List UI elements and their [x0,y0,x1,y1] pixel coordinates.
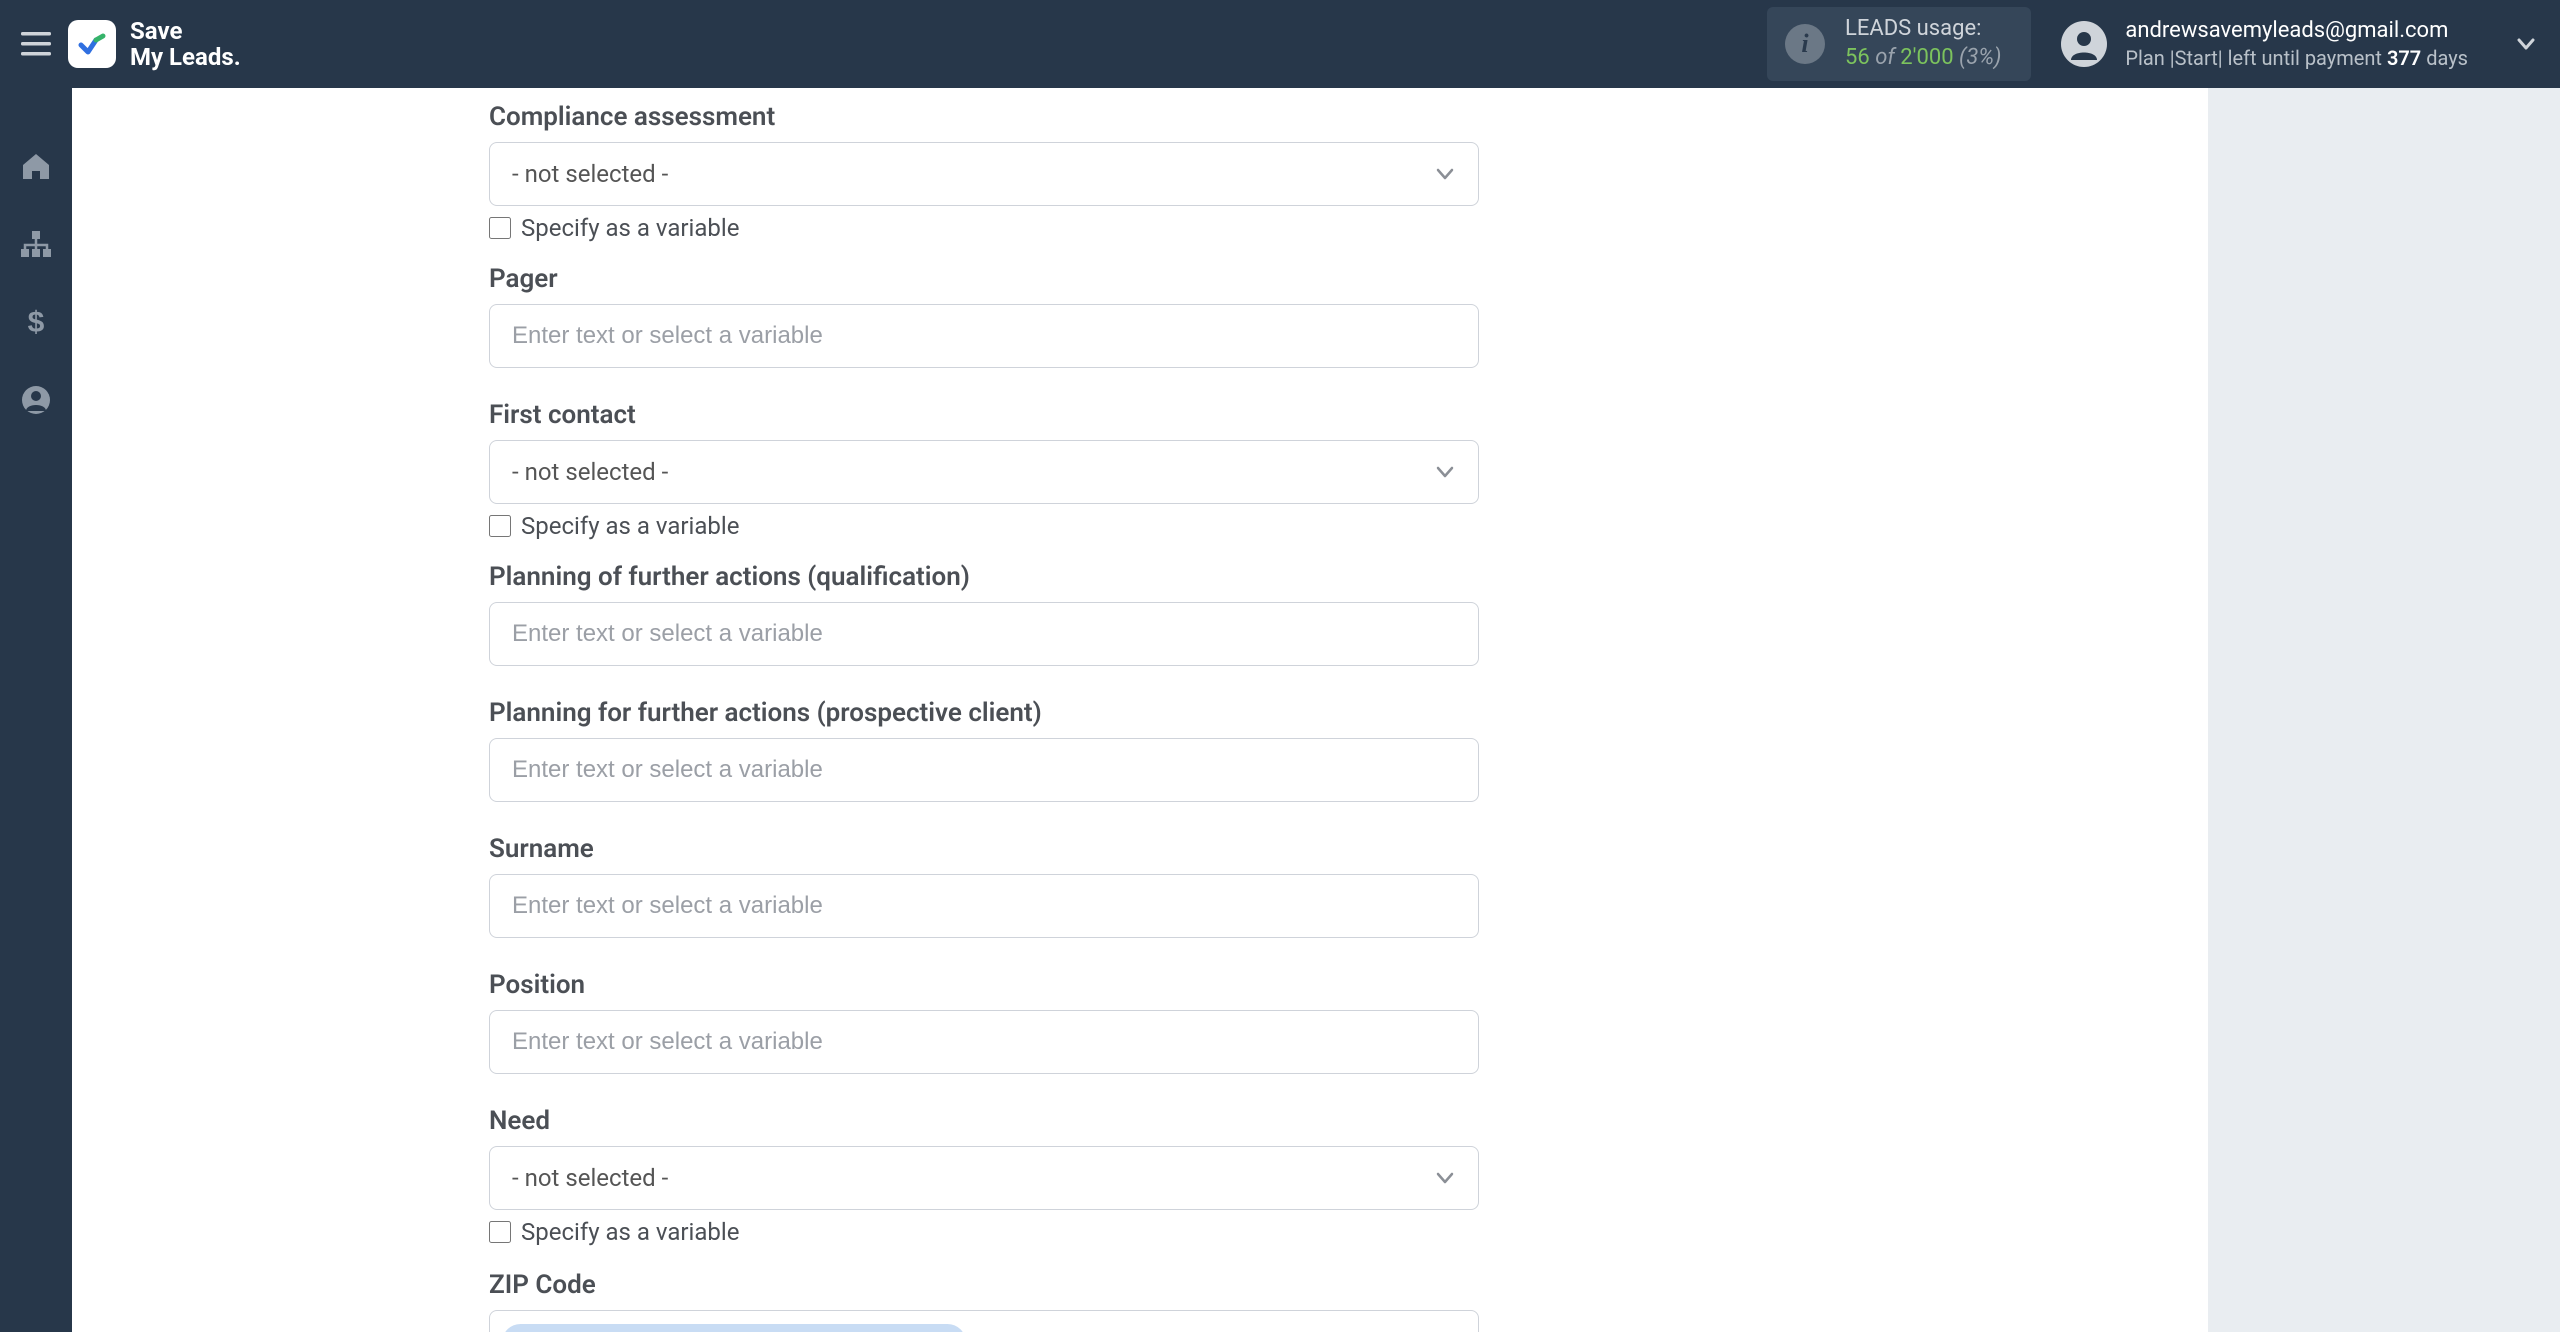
field-compliance: Compliance assessment - not selected - S… [489,102,1479,242]
user-circle-icon [21,385,51,415]
input-zip[interactable]: Google Lead Form | Postal Code: "94043" … [489,1310,1479,1332]
nav-billing[interactable]: $ [16,302,56,342]
field-planning-qual: Planning of further actions (qualificati… [489,562,1479,666]
input-position[interactable] [489,1010,1479,1074]
field-planning-prospect: Planning for further actions (prospectiv… [489,698,1479,802]
usage-text: LEADS usage: 56 of 2'000 (3%) [1845,15,2001,72]
svg-text:$: $ [28,306,45,339]
usage-current: 56 [1845,45,1870,70]
menu-icon [21,32,51,56]
info-icon: i [1785,24,1825,64]
account-menu[interactable]: andrewsavemyleads@gmail.com Plan |Start|… [2061,16,2538,73]
label-zip: ZIP Code [489,1270,1479,1300]
plan-days: 377 [2387,46,2421,70]
select-first-contact-value: - not selected - [512,458,668,486]
select-first-contact[interactable]: - not selected - [489,440,1479,504]
check-icon [75,27,109,61]
input-pager[interactable] [489,304,1479,368]
top-bar: Save My Leads. i LEADS usage: 56 of 2'00… [0,0,2560,88]
logo-mark [68,20,116,68]
select-need-value: - not selected - [512,1164,668,1192]
menu-button[interactable] [18,26,54,62]
brand-name: Save My Leads. [130,18,241,71]
chevron-down-icon [1434,163,1456,185]
select-need[interactable]: - not selected - [489,1146,1479,1210]
input-planning-prospect-field[interactable] [512,739,1456,801]
nav-account[interactable] [16,380,56,420]
chevron-down-icon [2514,32,2538,56]
usage-stats: 56 of 2'000 (3%) [1845,44,2001,73]
home-icon [20,151,52,181]
account-caret[interactable] [2514,32,2538,56]
input-pager-field[interactable] [512,305,1456,367]
usage-of: of [1875,45,1895,70]
field-surname: Surname [489,834,1479,938]
input-surname-field[interactable] [512,875,1456,937]
field-position: Position [489,970,1479,1074]
plan-suffix: days [2421,46,2468,70]
field-first-contact: First contact - not selected - Specify a… [489,400,1479,540]
input-surname[interactable] [489,874,1479,938]
checkbox-need-var[interactable]: Specify as a variable [489,1218,1479,1246]
usage-pct: (3%) [1959,45,2001,70]
field-pager: Pager [489,264,1479,368]
checkbox-label: Specify as a variable [521,512,739,540]
input-planning-qual-field[interactable] [512,603,1456,665]
input-position-field[interactable] [512,1011,1456,1073]
input-planning-prospect[interactable] [489,738,1479,802]
account-plan: Plan |Start| left until payment 377 days [2125,45,2468,72]
label-surname: Surname [489,834,1479,864]
plan-mid: | left until payment [2218,46,2387,70]
user-icon [2068,28,2100,60]
brand-logo[interactable]: Save My Leads. [68,18,241,71]
usage-total: 2'000 [1900,45,1953,70]
checkbox-label: Specify as a variable [521,214,739,242]
chevron-down-icon [1434,1167,1456,1189]
plan-prefix: Plan | [2125,46,2174,70]
brand-line1: Save [130,18,241,44]
checkbox-input[interactable] [489,1221,511,1243]
sitemap-icon [19,229,53,259]
label-compliance: Compliance assessment [489,102,1479,132]
label-first-contact: First contact [489,400,1479,430]
checkbox-input[interactable] [489,217,511,239]
page: Compliance assessment - not selected - S… [72,88,2560,1332]
label-position: Position [489,970,1479,1000]
checkbox-compliance-var[interactable]: Specify as a variable [489,214,1479,242]
label-need: Need [489,1106,1479,1136]
account-email: andrewsavemyleads@gmail.com [2125,16,2468,46]
zip-chip[interactable]: Google Lead Form | Postal Code: "94043" … [502,1324,966,1332]
chevron-down-icon [1434,461,1456,483]
brand-line2: My Leads. [130,44,241,70]
nav-home[interactable] [16,146,56,186]
side-nav: $ [0,88,72,1332]
select-compliance[interactable]: - not selected - [489,142,1479,206]
checkbox-label: Specify as a variable [521,1218,739,1246]
select-compliance-value: - not selected - [512,160,668,188]
label-planning-qual: Planning of further actions (qualificati… [489,562,1479,592]
usage-label: LEADS usage: [1845,15,2001,44]
form-card: Compliance assessment - not selected - S… [72,88,2208,1332]
field-zip: ZIP Code Google Lead Form | Postal Code:… [489,1270,1479,1332]
field-need: Need - not selected - Specify as a varia… [489,1106,1479,1246]
avatar [2061,21,2107,67]
plan-name: Start [2175,46,2218,70]
nav-integrations[interactable] [16,224,56,264]
checkbox-input[interactable] [489,515,511,537]
input-planning-qual[interactable] [489,602,1479,666]
form-column: Compliance assessment - not selected - S… [489,102,1479,1332]
dollar-icon: $ [25,305,47,339]
checkbox-first-contact-var[interactable]: Specify as a variable [489,512,1479,540]
label-pager: Pager [489,264,1479,294]
account-text: andrewsavemyleads@gmail.com Plan |Start|… [2125,16,2468,73]
label-planning-prospect: Planning for further actions (prospectiv… [489,698,1479,728]
usage-indicator[interactable]: i LEADS usage: 56 of 2'000 (3%) [1767,7,2031,80]
